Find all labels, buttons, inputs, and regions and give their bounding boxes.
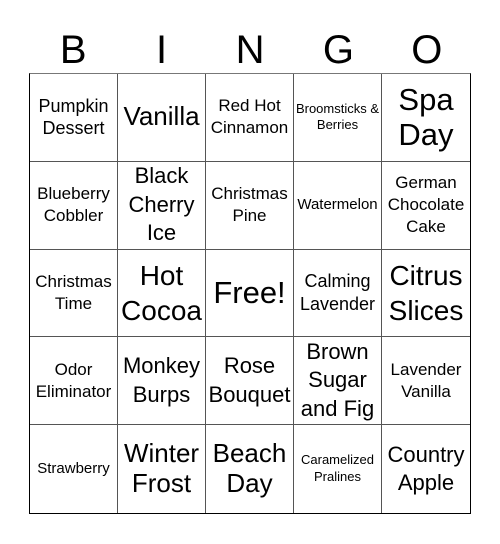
bingo-cell[interactable]: Hot Cocoa — [118, 249, 206, 338]
header-letter-b: B — [59, 28, 87, 72]
bingo-cell[interactable]: Spa Day — [382, 74, 470, 162]
bingo-cell[interactable]: Black Cherry Ice — [118, 161, 206, 250]
bingo-cell[interactable]: Rose Bouquet — [206, 337, 294, 426]
header-letter-o: O — [411, 28, 443, 72]
bingo-cell[interactable]: Country Apple — [382, 425, 470, 513]
header-letter-g: G — [322, 28, 354, 72]
bingo-cell[interactable]: Broomsticks & Berries — [294, 74, 382, 162]
bingo-cell[interactable]: Christmas Pine — [206, 161, 294, 250]
bingo-grid: Pumpkin Dessert Vanilla Red Hot Cinnamon… — [29, 73, 471, 514]
header-letter-n: N — [235, 28, 265, 72]
bingo-header: B I N G O — [29, 28, 471, 72]
free-space[interactable]: Free! — [206, 249, 294, 338]
bingo-cell[interactable]: Red Hot Cinnamon — [206, 74, 294, 162]
bingo-cell[interactable]: Lavender Vanilla — [382, 337, 470, 426]
bingo-cell[interactable]: Calming Lavender — [294, 249, 382, 338]
bingo-cell[interactable]: Caramelized Pralines — [294, 425, 382, 513]
header-letter-i: I — [156, 28, 168, 72]
bingo-cell[interactable]: Monkey Burps — [118, 337, 206, 426]
bingo-cell[interactable]: Christmas Time — [30, 249, 118, 338]
bingo-cell[interactable]: Watermelon — [294, 161, 382, 250]
bingo-cell[interactable]: Odor Eliminator — [30, 337, 118, 426]
bingo-cell[interactable]: Blueberry Cobbler — [30, 161, 118, 250]
bingo-cell[interactable]: German Chocolate Cake — [382, 162, 470, 250]
bingo-cell[interactable]: Beach Day — [206, 425, 294, 513]
bingo-cell[interactable]: Pumpkin Dessert — [30, 74, 118, 162]
bingo-cell[interactable]: Winter Frost — [118, 425, 206, 513]
bingo-cell[interactable]: Brown Sugar and Fig — [294, 337, 382, 426]
bingo-cell[interactable]: Vanilla — [118, 74, 206, 162]
bingo-cell[interactable]: Strawberry — [30, 425, 118, 513]
bingo-cell[interactable]: Citrus Slices — [382, 250, 470, 338]
